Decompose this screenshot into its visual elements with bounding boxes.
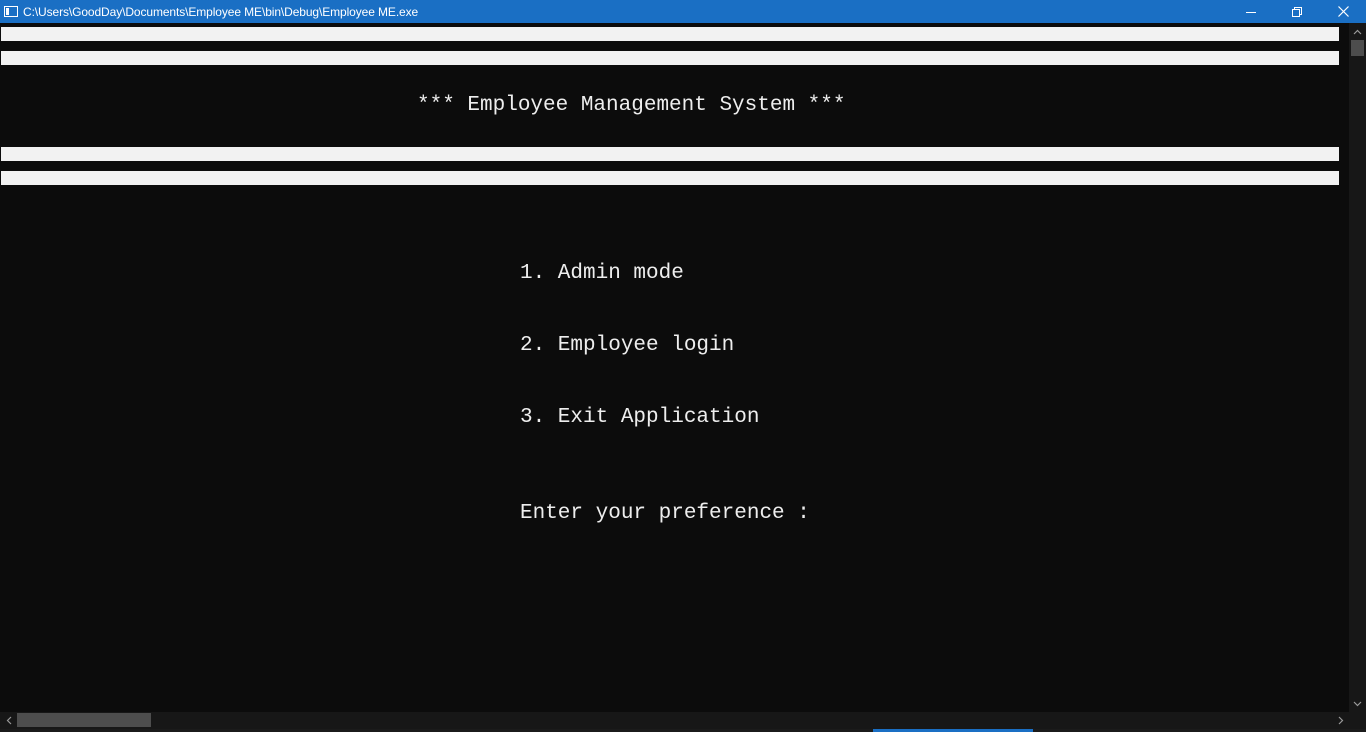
- chevron-right-icon: [1338, 716, 1343, 725]
- separator-bar: [1, 171, 1339, 185]
- horizontal-scrollbar[interactable]: [0, 712, 1349, 729]
- scroll-left-button[interactable]: [0, 712, 17, 729]
- console-app-icon[interactable]: [4, 6, 18, 17]
- console-output[interactable]: *** Employee Management System *** 1. Ad…: [1, 23, 1349, 712]
- separator-bar: [1, 27, 1339, 41]
- chevron-down-icon: [1353, 701, 1362, 706]
- separator-bar: [1, 51, 1339, 65]
- separator-bar: [1, 147, 1339, 161]
- chevron-up-icon: [1353, 29, 1362, 34]
- minimize-button[interactable]: [1228, 0, 1274, 23]
- scrollbar-corner: [1349, 712, 1366, 729]
- input-prompt: Enter your preference :: [520, 502, 810, 525]
- app-heading: *** Employee Management System ***: [417, 94, 846, 117]
- vertical-scroll-thumb[interactable]: [1351, 40, 1364, 56]
- caption-buttons: [1228, 0, 1366, 23]
- restore-button[interactable]: [1274, 0, 1320, 23]
- vertical-scrollbar[interactable]: [1349, 23, 1366, 712]
- menu-option-employee-login: 2. Employee login: [520, 334, 735, 357]
- menu-option-admin-mode: 1. Admin mode: [520, 262, 684, 285]
- main-menu: 1. Admin mode 2. Employee login 3. Exit …: [520, 214, 810, 574]
- scroll-up-button[interactable]: [1349, 23, 1366, 40]
- restore-icon: [1292, 6, 1302, 17]
- chevron-left-icon: [6, 716, 11, 725]
- minimize-icon: [1246, 11, 1256, 13]
- window-title: C:\Users\GoodDay\Documents\Employee ME\b…: [23, 4, 419, 19]
- scroll-down-button[interactable]: [1349, 695, 1366, 712]
- scroll-right-button[interactable]: [1332, 712, 1349, 729]
- console-window: C:\Users\GoodDay\Documents\Employee ME\b…: [0, 0, 1366, 732]
- menu-option-exit-application: 3. Exit Application: [520, 406, 760, 429]
- close-button[interactable]: [1320, 0, 1366, 23]
- close-icon: [1337, 6, 1349, 17]
- title-bar[interactable]: C:\Users\GoodDay\Documents\Employee ME\b…: [0, 0, 1366, 23]
- horizontal-scroll-thumb[interactable]: [17, 713, 151, 727]
